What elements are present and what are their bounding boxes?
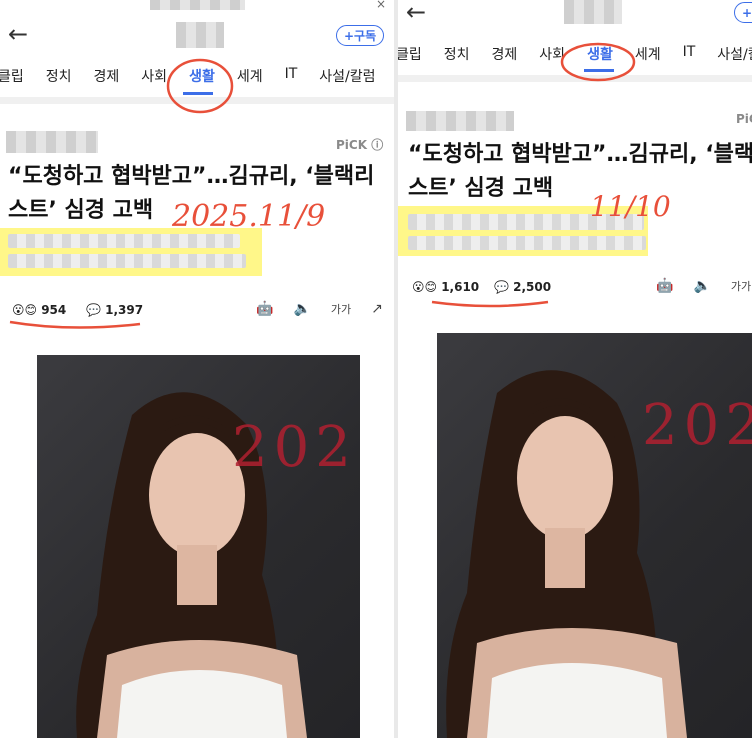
- font-size-button[interactable]: 가가: [331, 301, 351, 317]
- tab-life[interactable]: 생활: [587, 44, 613, 64]
- back-arrow-icon[interactable]: ←: [406, 0, 426, 26]
- tab-clip[interactable]: 클립: [398, 44, 422, 64]
- blurred-author-line: [408, 214, 644, 230]
- tab-it[interactable]: IT: [285, 66, 298, 86]
- comment-count[interactable]: 💬 2,500: [494, 280, 551, 294]
- tab-politics[interactable]: 정치: [46, 66, 72, 86]
- title-line-1: “도청하고 협박받고”…김규리, ‘블랙리: [8, 164, 375, 189]
- tab-it[interactable]: IT: [683, 44, 696, 64]
- tab-world[interactable]: 세계: [635, 44, 661, 64]
- tab-editorial[interactable]: 사설/칼럼: [319, 66, 375, 86]
- share-icon[interactable]: ↗: [371, 301, 383, 317]
- blurred-top-bar: [150, 0, 245, 10]
- section-separator: [398, 75, 752, 82]
- close-icon[interactable]: ×: [376, 0, 386, 11]
- pick-badge: PiCK ⓘ: [336, 138, 384, 152]
- tab-editorial[interactable]: 사설/칼럼: [717, 44, 752, 64]
- article-photo: 2025: [437, 333, 752, 738]
- category-tabs: 클립 정치 경제 사회 생활 세계 IT 사설/칼럼 신: [0, 66, 394, 86]
- article-title: “도청하고 협박받고”…김규리, ‘블랙 스트’ 심경 고백: [408, 138, 752, 206]
- blurred-date-line: [408, 236, 646, 250]
- article-title: “도청하고 협박받고”…김규리, ‘블랙리 스트’ 심경 고백: [8, 160, 394, 228]
- comment-count[interactable]: 💬 1,397: [86, 303, 143, 317]
- blurred-press-name: [6, 131, 98, 153]
- photo-background-text: 2025: [642, 393, 752, 458]
- title-line-1: “도청하고 협박받고”…김규리, ‘블랙: [408, 142, 752, 167]
- tab-clip[interactable]: 클립: [0, 66, 24, 86]
- back-arrow-icon[interactable]: ←: [8, 20, 28, 48]
- tab-economy[interactable]: 경제: [492, 44, 518, 64]
- tab-world[interactable]: 세계: [237, 66, 263, 86]
- portrait-illustration: [76, 392, 307, 738]
- tab-politics[interactable]: 정치: [444, 44, 470, 64]
- tab-society[interactable]: 사회: [539, 44, 565, 64]
- photo-background-text: 2025: [232, 415, 360, 480]
- right-screenshot: ← +구독 클립 정치 경제 사회 생활 세계 IT 사설/칼럼 PiCK “도…: [398, 0, 752, 738]
- pick-badge: PiCK: [736, 112, 752, 126]
- article-photo: 2025: [37, 355, 360, 738]
- blurred-author-line: [8, 234, 240, 248]
- active-tab-indicator: [183, 92, 213, 95]
- category-tabs: 클립 정치 경제 사회 생활 세계 IT 사설/칼럼: [398, 44, 752, 64]
- blurred-press-logo: [564, 0, 622, 24]
- subscribe-button[interactable]: +구독: [336, 25, 385, 46]
- speaker-icon[interactable]: 🔈: [693, 278, 710, 294]
- title-line-2: 스트’ 심경 고백: [408, 176, 554, 201]
- blurred-press-name: [406, 111, 514, 131]
- reaction-count[interactable]: 😮😊 1,610: [412, 280, 479, 294]
- article-toolbar: 🤖 🔈 가가 ↗: [256, 301, 394, 317]
- blurred-press-logo: [176, 22, 224, 48]
- reaction-count[interactable]: 😮😊 954: [12, 303, 66, 317]
- font-size-button[interactable]: 가가: [731, 278, 751, 294]
- title-line-2: 스트’ 심경 고백: [8, 198, 154, 223]
- subscribe-button[interactable]: +구독: [734, 2, 752, 23]
- robot-summary-icon[interactable]: 🤖: [256, 301, 273, 317]
- section-separator: [0, 97, 394, 104]
- tab-life[interactable]: 생활: [189, 66, 215, 86]
- speaker-icon[interactable]: 🔈: [293, 301, 310, 317]
- blurred-date-line: [8, 254, 246, 268]
- tab-economy[interactable]: 경제: [94, 66, 120, 86]
- article-toolbar: 🤖 🔈 가가: [656, 278, 752, 294]
- left-screenshot: × ← +구독 클립 정치 경제 사회 생활 세계 IT 사설/칼럼 신 PiC…: [0, 0, 394, 738]
- active-tab-indicator: [584, 69, 614, 72]
- tab-society[interactable]: 사회: [141, 66, 167, 86]
- robot-summary-icon[interactable]: 🤖: [656, 278, 673, 294]
